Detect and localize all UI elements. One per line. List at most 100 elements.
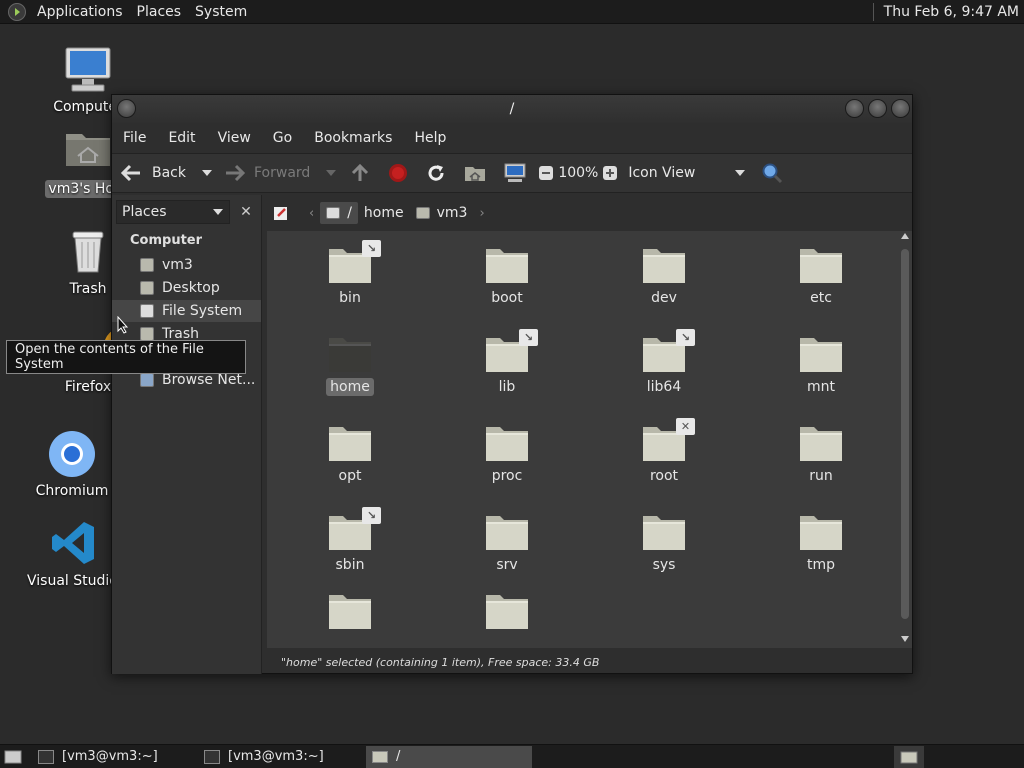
folder-item[interactable]: root ✕	[604, 418, 724, 485]
toolbar: Back Forward 100% Icon View	[112, 153, 912, 193]
forward-arrow-icon	[226, 164, 246, 182]
path-scroll-left-icon[interactable]: ‹	[309, 206, 314, 221]
sidebar-item-desktop[interactable]: Desktop	[112, 277, 261, 299]
top-panel: Applications Places System Thu Feb 6, 9:…	[0, 0, 1024, 24]
zoom-in-button[interactable]	[602, 165, 618, 181]
folder-item[interactable]: proc	[447, 423, 567, 485]
menu-edit[interactable]: Edit	[157, 130, 206, 146]
taskbar-item-terminal-2[interactable]: [vm3@vm3:~]	[198, 746, 362, 768]
folder-item[interactable]: dev	[604, 245, 724, 307]
folder-item[interactable]: run	[761, 423, 881, 485]
drive-icon	[326, 207, 341, 219]
file-manager-window[interactable]: / File Edit View Go Bookmarks Help Back …	[111, 94, 913, 674]
folder-label: sys	[652, 557, 676, 573]
menu-file[interactable]: File	[112, 130, 157, 146]
folder-item[interactable]: lib ↘	[447, 329, 567, 396]
sidebar: Places ✕ Computer vm3 Desktop File Syste…	[112, 195, 262, 674]
folder-icon	[447, 591, 567, 631]
stop-button[interactable]	[388, 163, 408, 183]
desktop-icon-vscode[interactable]: Visual Studio Co	[24, 520, 141, 590]
locked-emblem-icon: ✕	[676, 418, 695, 435]
path-scroll-right-icon[interactable]: ›	[479, 206, 484, 221]
desktop-icon-chromium[interactable]: Chromium	[22, 430, 122, 500]
stop-icon	[389, 164, 408, 182]
close-button[interactable]	[891, 99, 910, 118]
zoom-in-icon	[603, 166, 618, 180]
workspace-switcher[interactable]	[894, 745, 924, 768]
scroll-down-icon[interactable]	[901, 636, 909, 642]
sidebar-item-file-system[interactable]: File System	[112, 300, 261, 322]
places-menu[interactable]: Places	[130, 0, 189, 24]
folder-label: lib	[498, 379, 516, 395]
folder-item[interactable]: sbin ↘	[290, 507, 410, 574]
breadcrumb-vm3[interactable]: vm3	[410, 202, 474, 224]
search-button[interactable]	[761, 162, 783, 184]
folder-item[interactable]: srv	[447, 512, 567, 574]
menu-help[interactable]: Help	[403, 130, 457, 146]
folder-item[interactable]: etc	[761, 245, 881, 307]
vscode-icon	[50, 520, 98, 568]
forward-history-dropdown[interactable]	[326, 170, 337, 176]
window-title: /	[509, 101, 515, 117]
home-icon	[415, 207, 430, 219]
menu-view[interactable]: View	[207, 130, 262, 146]
edit-location-button[interactable]	[267, 202, 295, 224]
sidebar-item-vm3[interactable]: vm3	[112, 254, 261, 276]
folder-icon	[447, 245, 567, 285]
folder-item[interactable]	[447, 591, 567, 646]
breadcrumb-root[interactable]: /	[320, 202, 358, 224]
minimize-button[interactable]	[845, 99, 864, 118]
folder-label: boot	[491, 290, 523, 306]
folder-item[interactable]: opt	[290, 423, 410, 485]
show-desktop-button[interactable]	[0, 746, 28, 768]
up-button[interactable]	[350, 163, 370, 183]
zoom-level: 100%	[558, 165, 599, 181]
folder-item[interactable]: bin ↘	[290, 240, 410, 307]
window-titlebar[interactable]: /	[112, 95, 912, 123]
folder-item[interactable]	[290, 591, 410, 646]
terminal-icon	[38, 749, 54, 764]
computer-button[interactable]	[504, 163, 526, 183]
breadcrumb-home[interactable]: home	[358, 202, 410, 224]
folder-item[interactable]: tmp	[761, 512, 881, 574]
scrollbar-thumb[interactable]	[901, 249, 909, 619]
vertical-scrollbar[interactable]	[900, 233, 910, 642]
folder-label: etc	[810, 290, 832, 306]
home-button[interactable]	[464, 164, 486, 182]
folder-item[interactable]: sys	[604, 512, 724, 574]
maximize-button[interactable]	[868, 99, 887, 118]
menu-bookmarks[interactable]: Bookmarks	[303, 130, 403, 146]
folder-item[interactable]: mnt	[761, 334, 881, 396]
taskbar-item-file-manager[interactable]: /	[366, 745, 532, 768]
icon-view[interactable]: bin ↘ boot dev etc home lib ↘ lib64 ↘ mnt opt proc ro…	[267, 231, 912, 648]
folder-item[interactable]: home	[290, 334, 410, 396]
folder-item[interactable]: lib64 ↘	[604, 329, 724, 396]
tooltip: Open the contents of the File System	[6, 340, 246, 374]
network-icon	[140, 373, 154, 387]
scroll-up-icon[interactable]	[901, 233, 909, 239]
symlink-emblem-icon: ↘	[362, 507, 381, 524]
menu-go[interactable]: Go	[262, 130, 303, 146]
folder-icon	[761, 512, 881, 552]
applications-menu[interactable]: Applications	[30, 0, 130, 24]
zoom-out-button[interactable]	[538, 165, 554, 181]
clock[interactable]: Thu Feb 6, 9:47 AM	[874, 4, 1024, 20]
window-menu-button[interactable]	[117, 99, 136, 118]
folder-item[interactable]: boot	[447, 245, 567, 307]
folder-label	[346, 640, 354, 642]
status-bar: "home" selected (containing 1 item), Fre…	[281, 655, 600, 669]
reload-button[interactable]	[426, 163, 446, 183]
symlink-emblem-icon: ↘	[519, 329, 538, 346]
close-sidebar-icon[interactable]: ✕	[234, 200, 258, 224]
edit-icon	[274, 207, 287, 220]
system-menu[interactable]: System	[188, 0, 254, 24]
folder-icon	[447, 512, 567, 552]
view-mode-select[interactable]: Icon View	[628, 165, 755, 181]
applications-logo-icon[interactable]	[8, 2, 26, 21]
forward-button[interactable]: Forward	[222, 163, 310, 183]
folder-label: tmp	[806, 557, 835, 573]
back-button[interactable]: Back	[120, 163, 186, 183]
back-history-dropdown[interactable]	[202, 170, 212, 176]
taskbar-item-terminal-1[interactable]: [vm3@vm3:~]	[32, 746, 194, 768]
places-dropdown[interactable]: Places	[116, 200, 230, 224]
